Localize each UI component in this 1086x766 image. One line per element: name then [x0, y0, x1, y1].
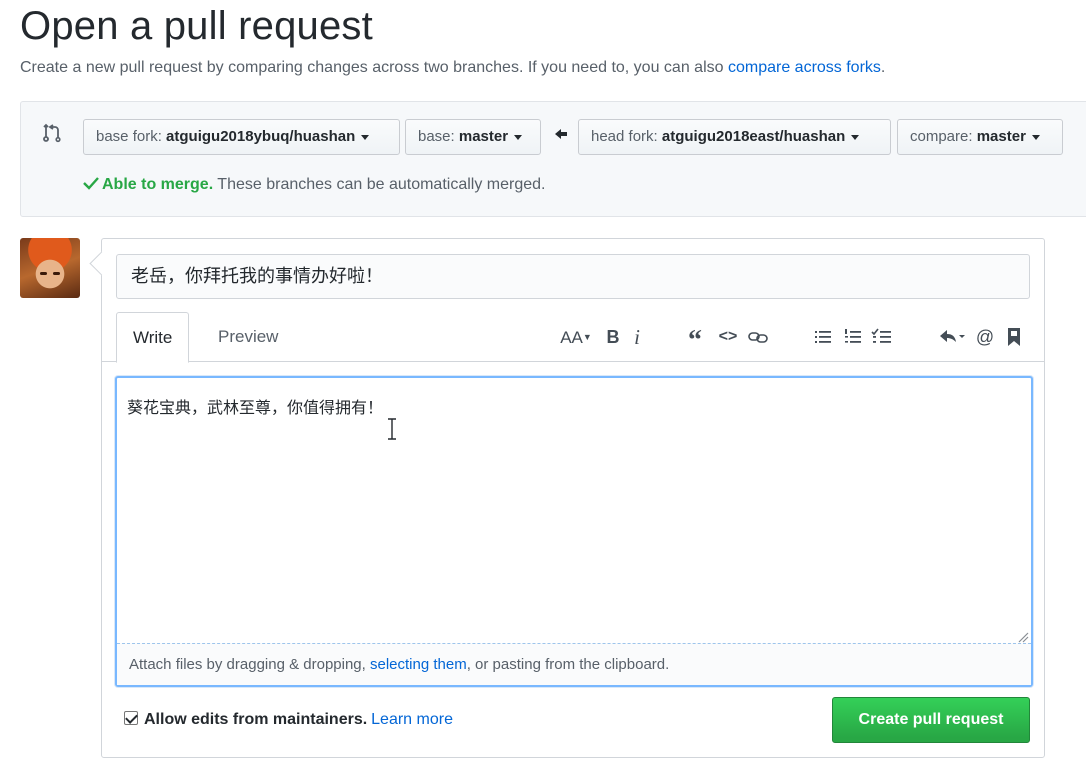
chevron-down-icon: [851, 134, 860, 140]
header-icon[interactable]: AA▼: [558, 326, 594, 348]
allow-edits-label: Allow edits from maintainers.: [144, 711, 368, 728]
avatar[interactable]: [20, 238, 80, 298]
head-fork-select[interactable]: head fork: atguigu2018east/huashan: [578, 119, 891, 155]
code-icon[interactable]: <>: [716, 326, 740, 348]
base-fork-select[interactable]: base fork: atguigu2018ybuq/huashan: [83, 119, 400, 155]
chevron-down-icon: [361, 134, 370, 140]
head-fork-value: atguigu2018east/huashan: [661, 128, 846, 145]
subtitle-text: Create a new pull request by comparing c…: [20, 59, 724, 76]
comment-body-text: 葵花宝典，武林至尊，你值得拥有！: [127, 398, 384, 417]
compare-branch-select[interactable]: compare: master: [897, 119, 1063, 155]
title-input[interactable]: 老岳，你拜托我的事情办好啦！: [116, 254, 1030, 299]
merge-status: Able to merge. These branches can be aut…: [83, 176, 545, 194]
reply-icon[interactable]: [938, 326, 970, 348]
attach-files-bar[interactable]: Attach files by dragging & dropping, sel…: [117, 643, 1031, 685]
mention-icon[interactable]: @: [974, 326, 996, 348]
merge-description: These branches can be automatically merg…: [217, 176, 546, 193]
chevron-down-icon: [1031, 134, 1040, 140]
branch-range-editor: base fork: atguigu2018ybuq/huashan base:…: [20, 101, 1086, 217]
create-pull-request-button[interactable]: Create pull request: [832, 697, 1030, 743]
reference-icon[interactable]: [1006, 326, 1022, 348]
git-compare-icon: [41, 122, 63, 144]
learn-more-link[interactable]: Learn more: [371, 711, 453, 728]
attach-text-post: , or pasting from the clipboard.: [466, 656, 670, 673]
link-icon[interactable]: [747, 326, 769, 348]
base-branch-label: base:: [418, 128, 455, 145]
resize-handle-icon[interactable]: [1017, 630, 1029, 643]
subtitle-end: .: [880, 59, 886, 76]
ordered-list-icon[interactable]: [842, 326, 864, 348]
page-title: Open a pull request: [20, 4, 373, 48]
allow-edits-checkbox[interactable]: [124, 711, 138, 725]
bold-icon[interactable]: B: [604, 326, 622, 348]
head-fork-label: head fork:: [591, 128, 658, 145]
base-fork-label: base fork:: [96, 128, 162, 145]
check-icon: [83, 176, 99, 190]
allow-edits-option: Allow edits from maintainers. Learn more: [124, 711, 453, 729]
compare-across-forks-link[interactable]: compare across forks: [728, 59, 881, 76]
select-files-link[interactable]: selecting them: [370, 656, 467, 673]
header-tool-text: AA: [560, 328, 583, 347]
merge-ok-text: Able to merge.: [102, 176, 214, 193]
tab-preview[interactable]: Preview: [202, 312, 294, 362]
tab-write[interactable]: Write: [116, 312, 190, 363]
chevron-down-icon: [514, 134, 523, 140]
arrow-left-icon: [553, 126, 569, 142]
base-fork-value: atguigu2018ybuq/huashan: [166, 128, 356, 145]
compare-branch-value: master: [976, 128, 1026, 145]
editor-tabs: Write Preview AA▼ B i “ <> @: [102, 312, 1044, 363]
italic-icon[interactable]: i: [630, 326, 644, 348]
pull-request-form: 老岳，你拜托我的事情办好啦！ Write Preview AA▼ B i “ <…: [101, 238, 1045, 758]
page-subtitle: Create a new pull request by comparing c…: [20, 59, 885, 77]
text-cursor-icon: [386, 418, 398, 440]
attach-text-pre: Attach files by dragging & dropping,: [129, 656, 370, 673]
base-branch-value: master: [458, 128, 509, 145]
quote-icon[interactable]: “: [684, 326, 706, 356]
unordered-list-icon[interactable]: [812, 326, 834, 348]
compare-branch-label: compare:: [910, 128, 973, 145]
base-branch-select[interactable]: base: master: [405, 119, 541, 155]
task-list-icon[interactable]: [870, 326, 894, 348]
comment-body-textarea[interactable]: 葵花宝典，武林至尊，你值得拥有！ Attach files by draggin…: [115, 376, 1033, 687]
